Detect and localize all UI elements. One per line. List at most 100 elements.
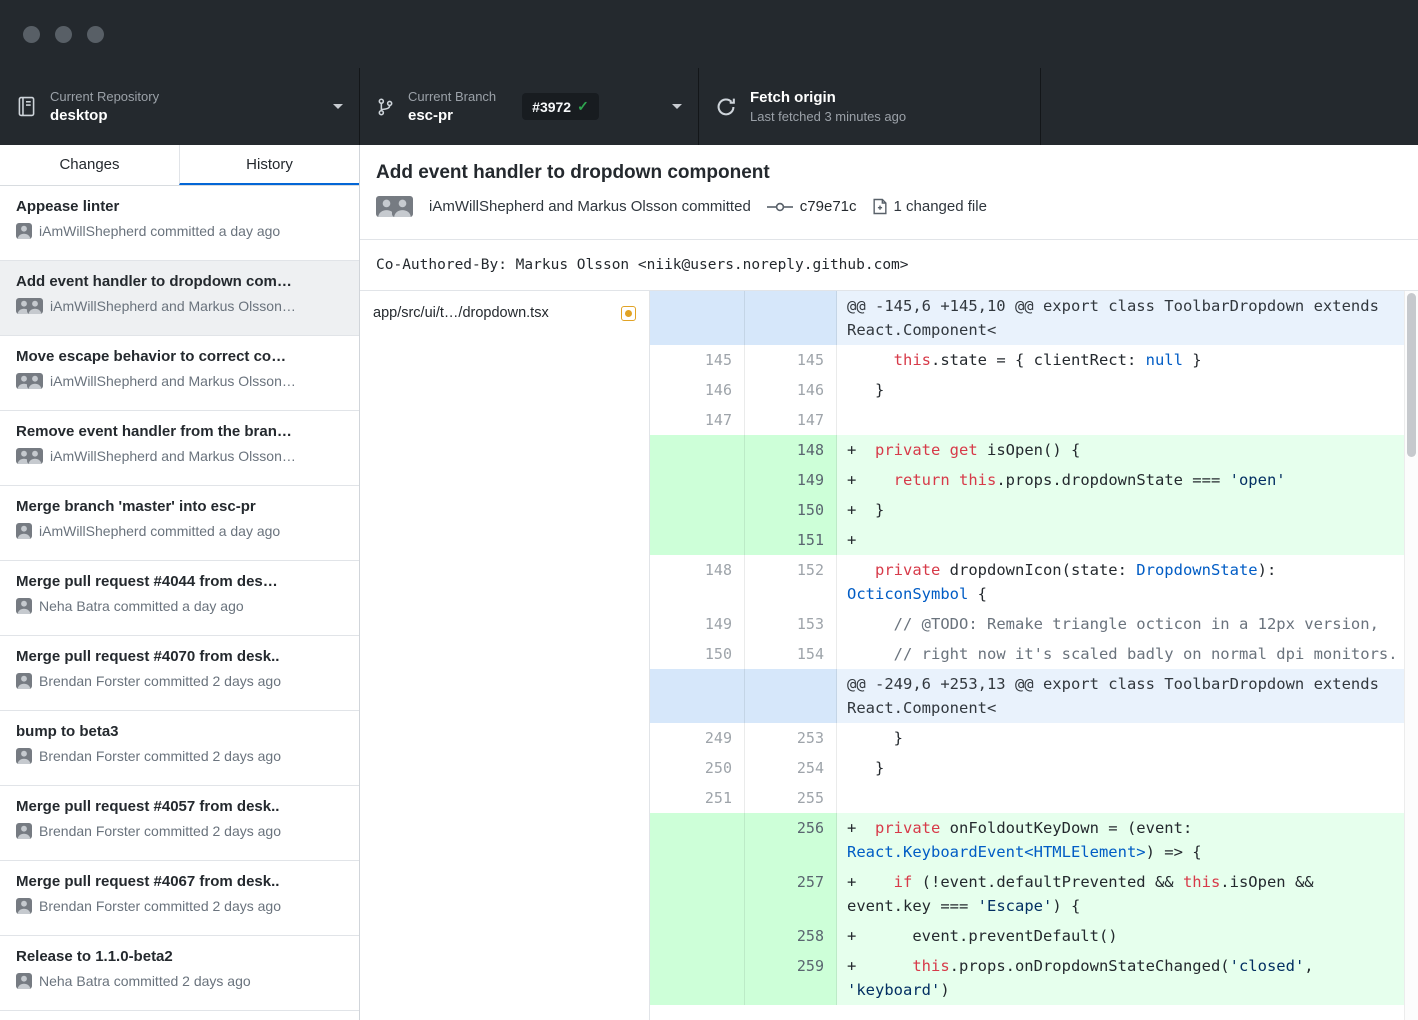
avatar — [16, 748, 32, 764]
history-commit-item[interactable]: Release to 1.1.0-beta2Neha Batra committ… — [0, 936, 359, 1011]
toolbar-spacer — [1041, 68, 1418, 145]
commit-detail-pane: Add event handler to dropdown component … — [360, 145, 1418, 1020]
changed-files-list: app/src/ui/t…/dropdown.tsx — [360, 291, 650, 1020]
new-line-number: 148 — [745, 435, 837, 465]
commit-item-meta: Brendan Forster committed 2 days ago — [16, 898, 343, 914]
diff-code-text: // @TODO: Remake triangle octicon in a 1… — [837, 609, 1418, 639]
avatar — [16, 598, 32, 614]
history-commit-item[interactable]: Merge pull request #4044 from des…Neha B… — [0, 561, 359, 636]
history-commit-item[interactable]: Merge pull request #4067 from desk..Bren… — [0, 861, 359, 936]
diff-line-hunk[interactable]: @@ -249,6 +253,13 @@ export class Toolba… — [650, 669, 1418, 723]
avatar — [16, 823, 32, 839]
repo-icon — [16, 96, 37, 117]
sidebar: Changes History Appease linteriAmWillShe… — [0, 145, 360, 1020]
diff-line-add[interactable]: 258+ event.preventDefault() — [650, 921, 1418, 951]
diff-code-text: private dropdownIcon(state: DropdownStat… — [837, 555, 1418, 609]
diff-code-text — [837, 405, 1418, 435]
fetch-text: Fetch origin Last fetched 3 minutes ago — [750, 89, 906, 124]
pull-request-badge: #3972 ✓ — [522, 93, 599, 120]
old-line-number — [650, 525, 745, 555]
diff-code-text: + — [837, 525, 1418, 555]
diff-line-context[interactable]: 150154 // right now it's scaled badly on… — [650, 639, 1418, 669]
sync-icon — [715, 96, 737, 118]
diff-line-context[interactable]: 145145 this.state = { clientRect: null } — [650, 345, 1418, 375]
commit-title: Add event handler to dropdown component — [376, 160, 1402, 185]
history-commit-item[interactable]: bump to beta3Brendan Forster committed 2… — [0, 711, 359, 786]
diff-line-context[interactable]: 147147 — [650, 405, 1418, 435]
new-line-number — [745, 669, 837, 723]
history-commit-item[interactable]: Add event handler to dropdown com… iAmWil… — [0, 261, 359, 336]
changed-file-row[interactable]: app/src/ui/t…/dropdown.tsx — [360, 291, 649, 335]
diff-line-context[interactable]: 250254 } — [650, 753, 1418, 783]
diff-code-text: } — [837, 375, 1418, 405]
file-path: app/src/ui/t…/dropdown.tsx — [373, 305, 621, 321]
diff-line-context[interactable]: 249253 } — [650, 723, 1418, 753]
diff-line-add[interactable]: 259+ this.props.onDropdownStateChanged('… — [650, 951, 1418, 1005]
commit-item-meta-text: Neha Batra committed 2 days ago — [39, 973, 251, 989]
diff-code-text: + if (!event.defaultPrevented && this.is… — [837, 867, 1418, 921]
commit-header: Add event handler to dropdown component … — [360, 145, 1418, 240]
current-repository-label: Current Repository — [50, 89, 159, 104]
history-commit-item[interactable]: Merge pull request #4072 from d… — [0, 1011, 359, 1020]
new-line-number: 256 — [745, 813, 837, 867]
diff-line-add[interactable]: 257+ if (!event.defaultPrevented && this… — [650, 867, 1418, 921]
commit-item-meta: Brendan Forster committed 2 days ago — [16, 748, 343, 764]
git-commit-icon — [767, 201, 793, 213]
diff-line-add[interactable]: 256+ private onFoldoutKeyDown = (event: … — [650, 813, 1418, 867]
diff-code-text: } — [837, 723, 1418, 753]
diff-code-text: + } — [837, 495, 1418, 525]
old-line-number — [650, 435, 745, 465]
new-line-number: 151 — [745, 525, 837, 555]
file-icon — [873, 198, 887, 215]
commit-author-avatars — [376, 196, 420, 217]
tab-history[interactable]: History — [179, 145, 359, 185]
history-commit-item[interactable]: Merge branch 'master' into esc-priAmWill… — [0, 486, 359, 561]
diff-code-text: + private get isOpen() { — [837, 435, 1418, 465]
diff-line-context[interactable]: 146146 } — [650, 375, 1418, 405]
old-line-number: 150 — [650, 639, 745, 669]
history-commit-item[interactable]: Appease linteriAmWillShepherd committed … — [0, 186, 359, 261]
commit-item-meta-text: iAmWillShepherd and Markus Olsson… — [50, 298, 296, 314]
old-line-number: 148 — [650, 555, 745, 609]
diff-line-add[interactable]: 150+ } — [650, 495, 1418, 525]
commit-item-meta: Neha Batra committed 2 days ago — [16, 973, 343, 989]
diff-code-text: @@ -249,6 +253,13 @@ export class Toolba… — [837, 669, 1418, 723]
diff-line-add[interactable]: 151+ — [650, 525, 1418, 555]
diff-line-context[interactable]: 149153 // @TODO: Remake triangle octicon… — [650, 609, 1418, 639]
diff-line-add[interactable]: 148+ private get isOpen() { — [650, 435, 1418, 465]
new-line-number: 146 — [745, 375, 837, 405]
old-line-number — [650, 813, 745, 867]
commit-item-meta-text: iAmWillShepherd committed a day ago — [39, 523, 280, 539]
avatar — [392, 196, 413, 217]
close-window-button[interactable] — [23, 26, 40, 43]
changes-history-tabs: Changes History — [0, 145, 359, 186]
diff-line-hunk[interactable]: @@ -145,6 +145,10 @@ export class Toolba… — [650, 291, 1418, 345]
current-repository-button[interactable]: Current Repository desktop — [0, 68, 360, 145]
check-icon: ✓ — [577, 98, 589, 115]
tab-changes[interactable]: Changes — [0, 145, 179, 185]
avatar — [27, 298, 43, 314]
fetch-origin-button[interactable]: Fetch origin Last fetched 3 minutes ago — [699, 68, 1041, 145]
old-line-number: 145 — [650, 345, 745, 375]
old-line-number: 147 — [650, 405, 745, 435]
avatar — [27, 373, 43, 389]
current-branch-button[interactable]: Current Branch esc-pr #3972 ✓ — [360, 68, 699, 145]
history-commit-item[interactable]: Move escape behavior to correct co…iAmWi… — [0, 336, 359, 411]
diff-line-context[interactable]: 251255 — [650, 783, 1418, 813]
commit-item-meta-text: Brendan Forster committed 2 days ago — [39, 823, 281, 839]
history-commit-item[interactable]: Merge pull request #4057 from desk..Bren… — [0, 786, 359, 861]
diff-line-context[interactable]: 148152 private dropdownIcon(state: Dropd… — [650, 555, 1418, 609]
minimize-window-button[interactable] — [55, 26, 72, 43]
diff-line-add[interactable]: 149+ return this.props.dropdownState ===… — [650, 465, 1418, 495]
zoom-window-button[interactable] — [87, 26, 104, 43]
pr-number: #3972 — [532, 99, 571, 115]
scrollbar-thumb[interactable] — [1407, 293, 1416, 457]
new-line-number: 150 — [745, 495, 837, 525]
history-commit-item[interactable]: Remove event handler from the bran…iAmWi… — [0, 411, 359, 486]
diff-code-text: + return this.props.dropdownState === 'o… — [837, 465, 1418, 495]
diff-scrollbar[interactable] — [1404, 291, 1418, 1020]
history-commit-item[interactable]: Merge pull request #4070 from desk..Bren… — [0, 636, 359, 711]
commit-item-title: Add event handler to dropdown com… — [16, 273, 343, 290]
commit-item-meta-text: Brendan Forster committed 2 days ago — [39, 673, 281, 689]
new-line-number: 259 — [745, 951, 837, 1005]
